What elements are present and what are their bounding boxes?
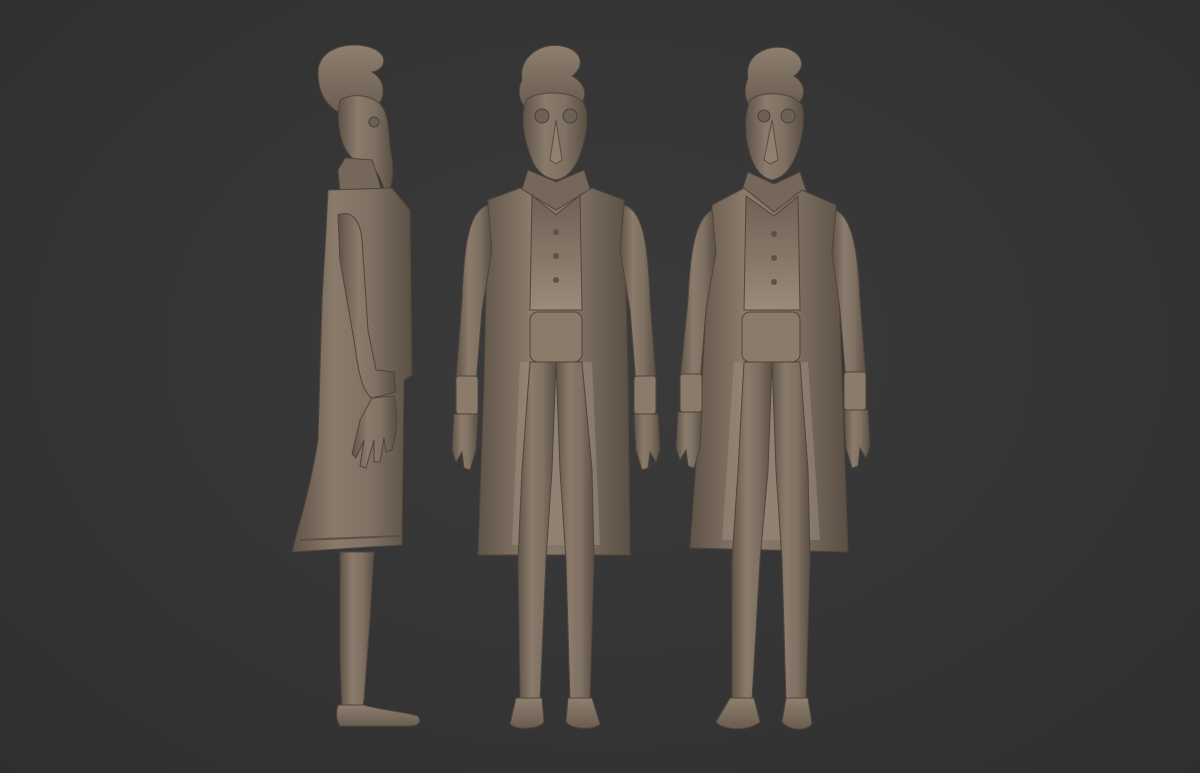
front-hand-right: [633, 413, 661, 471]
tq-eye-left: [757, 109, 771, 123]
front-shoe-left: [509, 697, 545, 729]
render-viewport: [0, 0, 1200, 773]
tq-waistband: [741, 311, 801, 363]
tq-hand-right: [843, 409, 871, 469]
tq-shoe-left: [715, 697, 761, 730]
front-shoe-right: [565, 697, 601, 729]
front-view-figure: [451, 44, 661, 729]
three-quarter-view-figure: [675, 46, 871, 730]
front-eye-right: [562, 108, 578, 124]
front-eye-left: [534, 108, 550, 124]
tq-shoe-right: [781, 697, 813, 730]
side-leg: [339, 551, 375, 711]
side-eye: [368, 116, 380, 128]
tq-eye-right: [780, 108, 796, 124]
side-view-figure: [291, 44, 421, 727]
sculpt-turnaround: [291, 44, 871, 730]
front-hand-left: [451, 413, 479, 471]
front-waistband: [529, 311, 583, 363]
side-shoe: [336, 704, 421, 727]
